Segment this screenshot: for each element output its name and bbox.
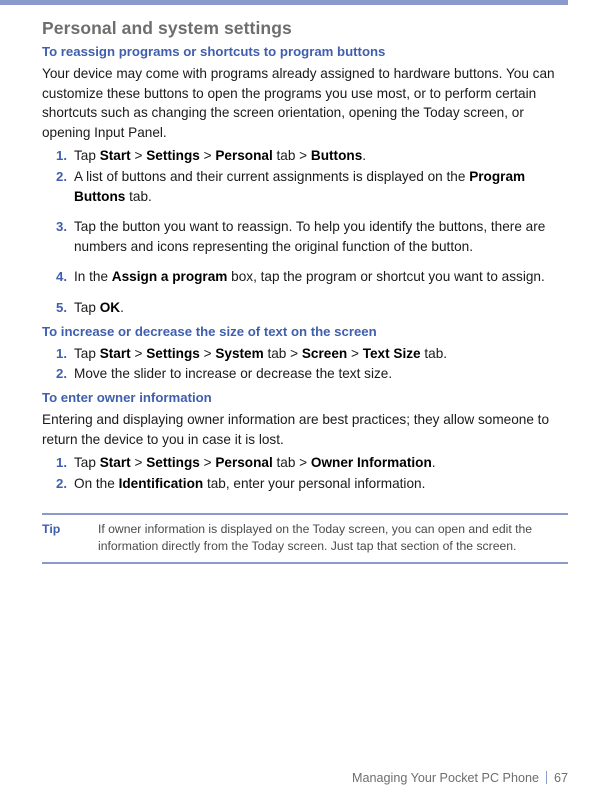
list-item-number: 1. (56, 345, 67, 361)
list-item-text: Tap Start > Settings > Personal tab > Bu… (74, 148, 367, 164)
list-item-text: Move the slider to increase or decrease … (74, 366, 393, 382)
footer-separator (545, 771, 547, 784)
list-item-number: 1. (56, 455, 67, 471)
list-item-number: 2. (56, 169, 67, 184)
list-item-number: 5. (56, 299, 67, 315)
page-title: Personal and system settings (42, 18, 292, 38)
steps-list-owner-information: 1. Tap Start > Settings > Personal tab > … (42, 453, 568, 493)
list-item: 5. Tap OK. (42, 298, 568, 318)
footer-chapter-title: Managing Your Pocket PC Phone (352, 771, 539, 785)
list-item-number: 2. (56, 366, 67, 382)
page-footer: Managing Your Pocket PC Phone 67 (0, 770, 568, 787)
list-item-text: Tap OK. (74, 299, 124, 315)
list-item: 3. Tap the button you want to reassign. T… (42, 217, 568, 256)
section-heading-text-size: To increase or decrease the size of text… (42, 323, 377, 339)
list-item: 1. Tap Start > Settings > Personal tab > … (42, 453, 568, 473)
list-item-text: On the Identification tab, enter your pe… (74, 475, 426, 491)
list-item-number: 1. (56, 148, 67, 164)
list-item: 2. A list of buttons and their current as… (42, 167, 568, 206)
list-item-text: Tap Start > Settings > Personal tab > Ow… (74, 455, 436, 471)
list-item-text: Tap the button you want to reassign. To … (74, 219, 546, 254)
list-item-number: 2. (56, 475, 67, 491)
top-rule-divider (0, 0, 568, 5)
steps-list-reassign-programs: 1. Tap Start > Settings > Personal tab > … (42, 146, 568, 317)
section-heading-owner-information: To enter owner information (42, 389, 212, 405)
list-item-number: 4. (56, 269, 67, 285)
list-item: 2. Move the slider to increase or decreas… (42, 364, 568, 384)
list-item-text: A list of buttons and their current assi… (74, 169, 526, 204)
tip-label: Tip (42, 522, 61, 537)
list-item: 1. Tap Start > Settings > System tab > Sc… (42, 344, 568, 364)
section-heading-reassign-programs: To reassign programs or shortcuts to pro… (42, 43, 386, 59)
page-content: Personal and system settings To reassign… (42, 18, 568, 565)
list-item: 2. On the Identification tab, enter your … (42, 474, 568, 494)
list-item: 1. Tap Start > Settings > Personal tab > … (42, 146, 568, 166)
steps-list-text-size: 1. Tap Start > Settings > System tab > Sc… (42, 344, 568, 384)
list-item: 4. In the Assign a program box, tap the p… (42, 267, 568, 287)
list-item-text: Tap Start > Settings > System tab > Scre… (74, 345, 448, 361)
section-intro-paragraph: Your device may come with programs alrea… (42, 66, 555, 140)
list-item-text: In the Assign a program box, tap the pro… (74, 269, 545, 285)
section-intro-paragraph-owner: Entering and displaying owner informatio… (42, 412, 550, 447)
footer-page-number: 67 (553, 771, 568, 785)
list-item-number: 3. (56, 219, 67, 235)
tip-text: If owner information is displayed on the… (98, 522, 533, 554)
tip-callout: Tip If owner information is displayed on… (42, 513, 568, 565)
document-page: Personal and system settings To reassign… (0, 0, 596, 794)
